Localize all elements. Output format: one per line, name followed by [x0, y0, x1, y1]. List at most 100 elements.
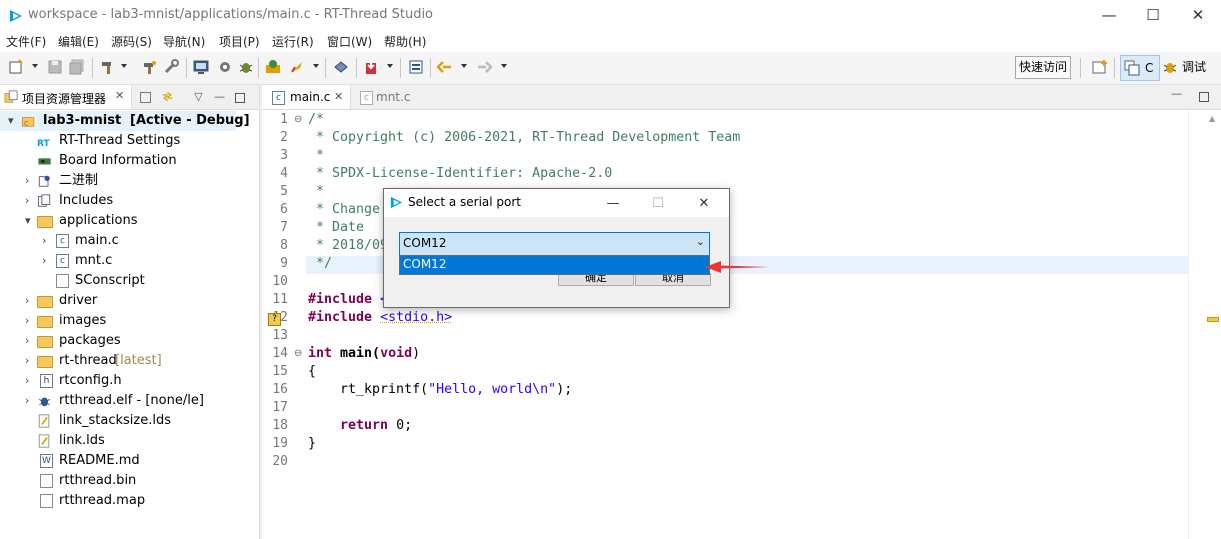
- collapsed-chevron-icon[interactable]: ›: [42, 251, 52, 271]
- editor-maximize-icon[interactable]: [1199, 92, 1209, 102]
- tree-item-driver[interactable]: › driver: [0, 291, 258, 311]
- tree-item-applications[interactable]: ▾ applications: [0, 211, 258, 231]
- tree-item-main-c[interactable]: › c main.c: [0, 231, 258, 251]
- package-icon[interactable]: [333, 59, 349, 75]
- folder-icon: [37, 356, 53, 368]
- toolbar-separator: [258, 58, 259, 78]
- tree-item-link-stacksize-lds[interactable]: link_stacksize.lds: [0, 411, 258, 431]
- collapsed-chevron-icon[interactable]: ›: [25, 331, 35, 351]
- menu-edit[interactable]: 编辑(E): [58, 33, 99, 50]
- tree-item-rtthread-elf[interactable]: › rtthread.elf - [none/le]: [0, 391, 258, 411]
- menu-source[interactable]: 源码(S): [111, 33, 152, 50]
- new-icon[interactable]: [8, 59, 24, 75]
- tree-item-sconscript[interactable]: SConscript: [0, 271, 258, 291]
- tree-item-rt-thread[interactable]: › rt-thread [latest]: [0, 351, 258, 371]
- tree-item-rt-thread-settings[interactable]: RT RT-Thread Settings: [0, 131, 258, 151]
- menu-navigate[interactable]: 导航(N): [163, 33, 205, 50]
- back-dropdown-icon[interactable]: [461, 64, 467, 68]
- download-rocket-icon[interactable]: [289, 59, 305, 75]
- tool-wrench-icon[interactable]: [163, 59, 179, 75]
- tree-item-mnt-c[interactable]: › c mnt.c: [0, 251, 258, 271]
- editor-minimize-icon[interactable]: —: [1171, 87, 1182, 100]
- minimize-button[interactable]: —: [1089, 4, 1129, 26]
- tree-item-project[interactable]: ▾ C lab3-mnist [Active - Debug]: [0, 111, 250, 131]
- tree-item-binaries[interactable]: › 二进制: [0, 171, 258, 191]
- collapsed-chevron-icon[interactable]: ›: [42, 231, 52, 251]
- settings-gear-icon[interactable]: [217, 59, 233, 75]
- link-with-editor-icon[interactable]: [161, 90, 174, 103]
- dialog-close-button[interactable]: ✕: [696, 196, 712, 211]
- build-dropdown-icon[interactable]: [121, 64, 127, 68]
- tree-item-rtconfig-h[interactable]: › h rtconfig.h: [0, 371, 258, 391]
- collapsed-chevron-icon[interactable]: ›: [25, 291, 35, 311]
- include-token: <stdio.h>: [380, 310, 453, 325]
- serial-port-select[interactable]: COM12 ⌄: [399, 232, 710, 256]
- terminal-icon[interactable]: [193, 59, 209, 75]
- tree-item-link-lds[interactable]: link.lds: [0, 431, 258, 451]
- rt-thread-logo-icon: [390, 196, 403, 209]
- serial-port-option[interactable]: COM12: [403, 257, 446, 271]
- back-arrow-icon[interactable]: [437, 59, 453, 75]
- tab-mnt-c[interactable]: c mnt.c: [358, 85, 438, 109]
- clean-icon[interactable]: [141, 59, 157, 75]
- chevron-down-icon[interactable]: ⌄: [696, 235, 705, 248]
- tree-item-rtthread-map[interactable]: rtthread.map: [0, 491, 258, 511]
- collapsed-chevron-icon[interactable]: ›: [25, 191, 35, 211]
- sdk-manager-icon[interactable]: [265, 59, 281, 75]
- collapsed-chevron-icon[interactable]: ›: [25, 351, 35, 371]
- vertical-scrollbar[interactable]: ▲: [1188, 110, 1220, 539]
- toolbar-separator: [1114, 58, 1115, 78]
- tree-item-rtthread-bin[interactable]: rtthread.bin: [0, 471, 258, 491]
- perspective-c-button[interactable]: C: [1120, 55, 1160, 81]
- open-perspective-icon[interactable]: [1092, 59, 1108, 75]
- tree-item-board-information[interactable]: Board Information: [0, 151, 258, 171]
- collapse-all-icon[interactable]: [140, 92, 151, 103]
- menu-file[interactable]: 文件(F): [6, 33, 46, 50]
- forward-arrow-icon[interactable]: [476, 59, 492, 75]
- build-hammer-icon[interactable]: [100, 59, 116, 75]
- c-file-icon: c: [56, 234, 69, 248]
- menu-project[interactable]: 项目(P): [219, 33, 260, 50]
- save-all-icon[interactable]: [69, 59, 85, 75]
- c-file-icon: c: [360, 91, 373, 105]
- dialog-maximize-button[interactable]: ☐: [650, 196, 666, 211]
- scroll-up-icon[interactable]: ▲: [1209, 114, 1215, 123]
- close-button[interactable]: ✕: [1178, 4, 1218, 26]
- flash-download-icon[interactable]: [364, 59, 380, 75]
- code-line: rt_kprintf("Hello, world\n");: [308, 382, 572, 397]
- forward-dropdown-icon[interactable]: [501, 64, 507, 68]
- tab-close-icon[interactable]: ✕: [334, 90, 343, 103]
- view-menu-chevron-icon[interactable]: ▽: [192, 90, 205, 103]
- maximize-button[interactable]: ☐: [1133, 4, 1173, 26]
- debug-bug-icon[interactable]: [238, 59, 254, 75]
- panel-minimize-icon[interactable]: —: [213, 90, 226, 103]
- tab-main-c[interactable]: c main.c ✕: [262, 85, 351, 109]
- menu-window[interactable]: 窗口(W): [327, 33, 372, 50]
- dialog-title: Select a serial port: [408, 195, 522, 209]
- expanded-chevron-icon[interactable]: ▾: [25, 211, 35, 231]
- tab-close-icon[interactable]: ✕: [115, 89, 124, 102]
- tree-item-packages[interactable]: › packages: [0, 331, 258, 351]
- save-icon[interactable]: [47, 59, 63, 75]
- download-dropdown-icon[interactable]: [313, 64, 319, 68]
- tree-item-includes[interactable]: › Includes: [0, 191, 258, 211]
- perspective-debug-button[interactable]: 调试: [1162, 55, 1212, 79]
- flash-dropdown-icon[interactable]: [387, 64, 393, 68]
- menu-help[interactable]: 帮助(H): [384, 33, 426, 50]
- tree-item-readme-md[interactable]: W README.md: [0, 451, 258, 471]
- expanded-chevron-icon[interactable]: ▾: [8, 111, 18, 131]
- menu-run[interactable]: 运行(R): [272, 33, 314, 50]
- collapsed-chevron-icon[interactable]: ›: [25, 171, 35, 191]
- quick-access-field[interactable]: 快速访问: [1015, 56, 1071, 79]
- overview-warning-marker[interactable]: [1207, 317, 1219, 322]
- new-dropdown-icon[interactable]: [32, 64, 38, 68]
- collapsed-chevron-icon[interactable]: ›: [25, 371, 35, 391]
- panel-maximize-icon[interactable]: [235, 93, 245, 103]
- tab-project-explorer[interactable]: 项目资源管理器 ✕: [0, 85, 132, 109]
- tree-item-images[interactable]: › images: [0, 311, 258, 331]
- collapsed-chevron-icon[interactable]: ›: [25, 311, 35, 331]
- dialog-minimize-button[interactable]: —: [605, 196, 621, 211]
- code-area[interactable]: /* * Copyright (c) 2006-2021, RT-Thread …: [262, 110, 1188, 539]
- open-console-icon[interactable]: [408, 59, 424, 75]
- collapsed-chevron-icon[interactable]: ›: [25, 391, 35, 411]
